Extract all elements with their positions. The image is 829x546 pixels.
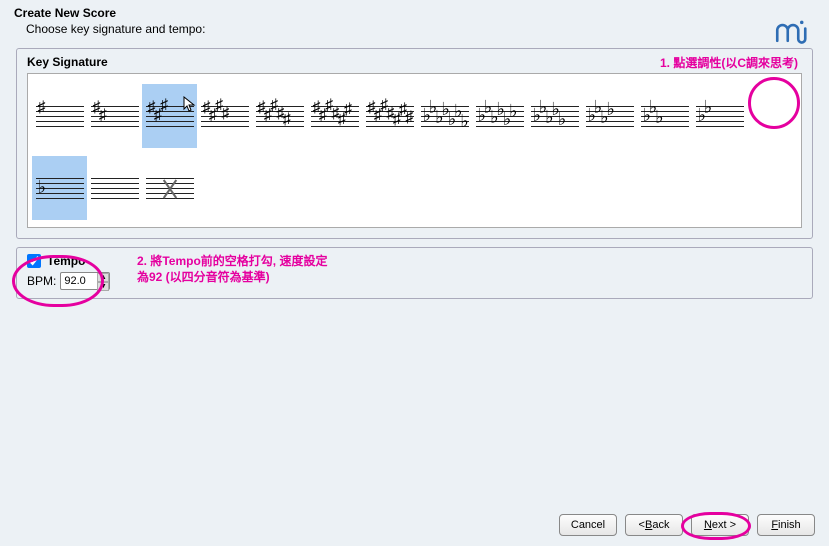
annotation-1: 1. 點選調性(以C調來思考) [660,54,798,71]
keysig-item[interactable]: ♭♭ [692,84,747,148]
annotation-2: 2. 將Tempo前的空格打勾, 速度設定 為92 (以四分音符為基準) [137,254,327,285]
cancel-button[interactable]: Cancel [559,514,617,536]
tempo-checkbox[interactable] [27,254,41,268]
page-subtitle: Choose key signature and tempo: [14,22,819,36]
keysig-item[interactable]: ♯♯♯ [142,84,197,148]
wizard-footer: Cancel < Back Next > Finish [559,514,815,536]
keysig-item[interactable]: ♭♭♭♭♭♭♭ [417,84,472,148]
page-title: Create New Score [14,6,819,20]
keysig-item[interactable]: ♯♯♯♯♯♯ [307,84,362,148]
keysig-item[interactable]: ♭♭♭♭ [582,84,637,148]
key-signature-panel: Key Signature 1. 點選調性(以C調來思考) ♯♯♯♯♯♯♯♯♯♯… [16,48,813,239]
tempo-panel: Tempo BPM: ▲▼ 2. 將Tempo前的空格打勾, 速度設定 為92 … [16,247,813,299]
key-signature-list: ♯♯♯♯♯♯♯♯♯♯♯♯♯♯♯♯♯♯♯♯♯♯♯♯♯♯♯♯♭♭♭♭♭♭♭♭♭♭♭♭… [27,73,802,228]
tempo-label: Tempo [47,254,85,268]
keysig-item[interactable]: ♯♯♯♯ [197,84,252,148]
keysig-item[interactable]: ♭♭♭♭♭♭ [472,84,527,148]
keysig-item[interactable] [142,156,197,220]
keysig-item[interactable]: ♯ [32,84,87,148]
bpm-label: BPM: [27,274,56,288]
finish-button[interactable]: Finish [757,514,815,536]
keysig-item[interactable]: ♯♯♯♯♯ [252,84,307,148]
keysig-item[interactable]: ♭ [32,156,87,220]
keysig-item[interactable] [87,156,142,220]
musescore-logo-icon [775,18,811,46]
keysig-item[interactable]: ♯♯♯♯♯♯♯ [362,84,417,148]
keysig-item[interactable]: ♭♭♭♭♭ [527,84,582,148]
bpm-spinner[interactable]: ▲▼ [97,273,109,289]
keysig-item[interactable]: ♯♯ [87,84,142,148]
keysig-item[interactable]: ♭♭♭ [637,84,692,148]
next-button[interactable]: Next > [691,514,749,536]
back-button[interactable]: < Back [625,514,683,536]
